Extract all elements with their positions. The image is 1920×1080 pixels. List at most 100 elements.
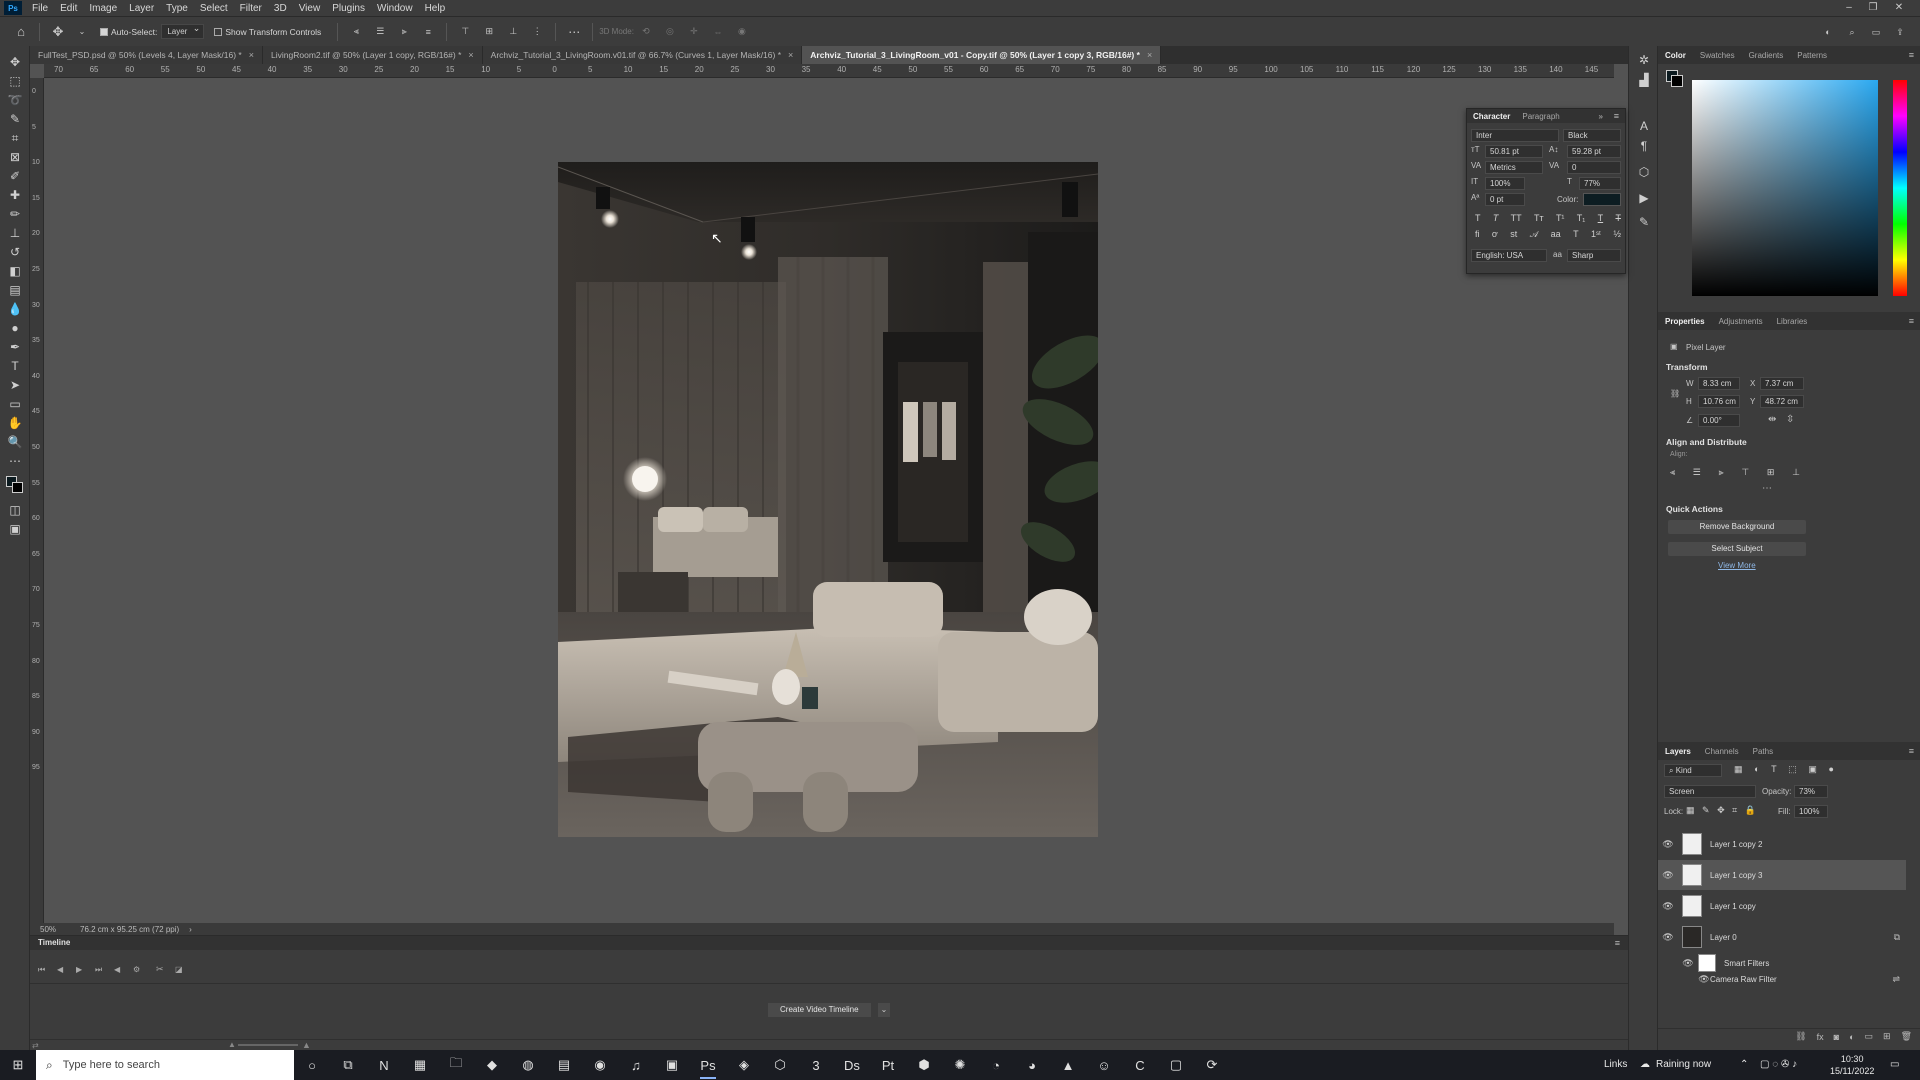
lock-paint-icon[interactable]: ✎	[1702, 805, 1710, 816]
contextual-alt-icon[interactable]: ơ	[1492, 229, 1498, 240]
tab-gradients[interactable]: Gradients	[1742, 51, 1791, 60]
weather-text[interactable]: Raining now	[1656, 1050, 1711, 1080]
character-panel-icon[interactable]: A	[1636, 118, 1652, 134]
opacity-input[interactable]: 73%	[1794, 785, 1828, 798]
discord-icon[interactable]: ☺	[1086, 1050, 1122, 1080]
zoom-out-icon[interactable]: ▲	[228, 1040, 236, 1049]
type-tool-icon[interactable]: T	[7, 358, 23, 374]
align-bottom-icon[interactable]: ⊥	[1792, 467, 1800, 478]
align-top-icon[interactable]: ⊤	[1741, 467, 1749, 478]
play-icon[interactable]: ▶	[76, 965, 95, 974]
calendar-app-icon[interactable]: ▦	[402, 1050, 438, 1080]
height-input[interactable]: 10.76 cm	[1698, 395, 1740, 408]
transform-section-title[interactable]: Transform	[1666, 362, 1708, 372]
align-vcenter-icon[interactable]: ⊞	[1767, 467, 1775, 478]
scissors-icon[interactable]: ✂	[156, 964, 175, 975]
menu-view[interactable]: View	[299, 3, 321, 14]
hand-tool-icon[interactable]: ✋	[7, 415, 23, 431]
first-frame-icon[interactable]: ⏮	[38, 965, 57, 975]
panel-menu-icon[interactable]: ≡	[1614, 111, 1619, 121]
align-left-icon[interactable]: ⫷	[1670, 467, 1675, 478]
auto-select-dropdown[interactable]: Layer	[161, 22, 205, 39]
visibility-eye-icon[interactable]: 👁	[1658, 932, 1678, 943]
frame-tool-icon[interactable]: ⊠	[7, 149, 23, 165]
menu-plugins[interactable]: Plugins	[332, 3, 365, 14]
fx-icon[interactable]: fx	[1817, 1032, 1824, 1042]
marquee-tool-icon[interactable]: ⬚	[7, 73, 23, 89]
painter-icon[interactable]: Pt	[870, 1050, 906, 1080]
sync-icon[interactable]: ⟳	[1194, 1050, 1230, 1080]
menu-file[interactable]: File	[32, 3, 48, 14]
panel-menu-icon[interactable]: ≡	[1909, 316, 1914, 326]
tab-swatches[interactable]: Swatches	[1693, 51, 1742, 60]
tray-up-icon[interactable]: ⌃	[1740, 1050, 1748, 1080]
tracking-select[interactable]: 0	[1567, 161, 1621, 174]
home-icon[interactable]: ⌂	[12, 23, 30, 41]
new-layer-icon[interactable]: ⊞	[1883, 1031, 1891, 1042]
antialias-select[interactable]: Sharp	[1567, 249, 1621, 262]
tab-adjustments[interactable]: Adjustments	[1712, 317, 1770, 326]
close-tab-icon[interactable]: ×	[788, 50, 793, 60]
discretionary-ligature-icon[interactable]: st	[1510, 229, 1517, 240]
align-hcenter-icon[interactable]: ☰	[1693, 467, 1701, 478]
flip-vertical-icon[interactable]: ⇳	[1786, 414, 1794, 425]
align-right-icon[interactable]: ⫸	[1719, 467, 1724, 478]
tab-properties[interactable]: Properties	[1658, 317, 1712, 326]
tab-color[interactable]: Color	[1658, 51, 1693, 60]
app-c-icon[interactable]: C	[1122, 1050, 1158, 1080]
tray-icons[interactable]: ▢ ◌ ✇ ♪	[1760, 1050, 1797, 1080]
distribute-icon[interactable]: ≡	[419, 23, 437, 41]
zoom-slider[interactable]	[238, 1044, 298, 1046]
show-transform-checkbox[interactable]	[214, 27, 223, 36]
chevron-down-icon[interactable]: ⌄	[73, 23, 91, 41]
layer-filter-select[interactable]: ⌕ Kind	[1664, 764, 1722, 777]
document-canvas[interactable]: ↖	[558, 162, 1098, 837]
menu-layer[interactable]: Layer	[129, 3, 154, 14]
menu-3d[interactable]: 3D	[274, 3, 287, 14]
menu-type[interactable]: Type	[166, 3, 188, 14]
lock-position-icon[interactable]: ✥	[1717, 805, 1725, 816]
brush-settings-icon[interactable]: ✎	[1636, 214, 1652, 230]
share-user-icon[interactable]: ◐	[1819, 23, 1837, 41]
background-color-swatch[interactable]	[12, 482, 23, 493]
history-brush-icon[interactable]: ↺	[7, 244, 23, 260]
3d-pan-icon[interactable]: ✛	[685, 23, 703, 41]
text-color-swatch[interactable]	[1583, 193, 1621, 206]
zoom-in-icon[interactable]: ▲	[302, 1040, 311, 1050]
actions-panel-icon[interactable]: ▶	[1636, 190, 1652, 206]
gradient-tool-icon[interactable]: ▤	[7, 282, 23, 298]
tab-layers[interactable]: Layers	[1658, 747, 1698, 756]
brush-tool-icon[interactable]: ✏	[7, 206, 23, 222]
dimension-icon[interactable]: Ds	[834, 1050, 870, 1080]
layer-row[interactable]: 👁 Layer 0 ⧉	[1658, 922, 1906, 952]
filter-smart-icon[interactable]: ▣	[1808, 764, 1817, 775]
status-arrow-icon[interactable]: ›	[189, 925, 192, 934]
visibility-eye-icon[interactable]: 👁	[1658, 870, 1678, 881]
app-orange-icon[interactable]: ⬢	[906, 1050, 942, 1080]
filter-toggle-icon[interactable]: ●	[1829, 764, 1834, 775]
app-blender-icon[interactable]: ◔	[978, 1050, 1014, 1080]
blend-mode-select[interactable]: Screen	[1664, 785, 1756, 798]
transition-icon[interactable]: ◪	[175, 965, 194, 974]
align-bottom-icon[interactable]: ⊥	[504, 23, 522, 41]
close-tab-icon[interactable]: ×	[468, 50, 473, 60]
doc-tab[interactable]: LivingRoom2.tif @ 50% (Layer 1 copy, RGB…	[263, 46, 483, 64]
vlc-icon[interactable]: ▲	[1050, 1050, 1086, 1080]
chevron-down-icon[interactable]: ⌄	[878, 1003, 890, 1017]
align-top-icon[interactable]: ⊤	[456, 23, 474, 41]
vertical-scale-input[interactable]: 100%	[1485, 177, 1525, 190]
color-picker-field[interactable]	[1692, 80, 1878, 296]
share-icon[interactable]: ⇪	[1891, 23, 1909, 41]
small-caps-icon[interactable]: Tт	[1534, 213, 1544, 223]
paragraph-panel-icon[interactable]: ¶	[1636, 138, 1652, 154]
path-select-icon[interactable]: ➤	[7, 377, 23, 393]
lasso-tool-icon[interactable]: ➰	[7, 92, 23, 108]
healing-tool-icon[interactable]: ✚	[7, 187, 23, 203]
eraser-tool-icon[interactable]: ◧	[7, 263, 23, 279]
dodge-tool-icon[interactable]: ●	[7, 320, 23, 336]
panel-menu-icon[interactable]: ≡	[1909, 746, 1914, 756]
more-options-icon[interactable]: ⋯	[565, 23, 583, 41]
stamp-tool-icon[interactable]: ⊥	[7, 225, 23, 241]
tab-channels[interactable]: Channels	[1698, 747, 1746, 756]
eyedropper-tool-icon[interactable]: ✐	[7, 168, 23, 184]
